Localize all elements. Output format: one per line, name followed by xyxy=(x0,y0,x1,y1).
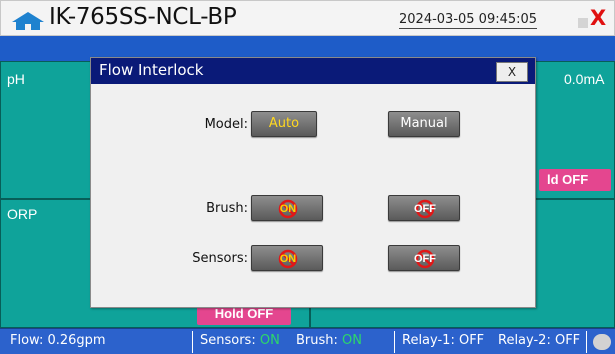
dialog-header: Flow Interlock X xyxy=(91,58,535,84)
brush-on-label: ON xyxy=(279,203,297,215)
sensors-status: Sensors: ON xyxy=(200,333,280,348)
brush-off-label: OFF xyxy=(414,203,436,215)
status-divider xyxy=(394,331,395,353)
brush-off-button[interactable]: OFF xyxy=(388,195,460,221)
dialog-close-button[interactable]: X xyxy=(496,62,528,82)
manual-button[interactable]: Manual xyxy=(388,111,460,137)
brush-label: Brush: xyxy=(206,201,248,216)
relay2-status: Relay-2: OFF xyxy=(498,333,581,348)
sensors-off-label: OFF xyxy=(414,253,436,265)
prohibited-icon: OFF xyxy=(414,249,436,269)
app-title: IK-765SS-NCL-BP xyxy=(49,4,237,30)
sensors-on-button[interactable]: ON xyxy=(251,245,323,271)
brush-on-button[interactable]: ON xyxy=(251,195,323,221)
prohibited-icon: OFF xyxy=(414,199,436,219)
sensors-off-button[interactable]: OFF xyxy=(388,245,460,271)
dialog-title: Flow Interlock xyxy=(99,61,204,79)
ph-label: pH xyxy=(7,71,25,87)
flow-status: Flow: 0.26gpm xyxy=(10,333,106,348)
brush-status: Brush: ON xyxy=(296,333,362,348)
sensors-status-label: Sensors: xyxy=(200,333,256,348)
sensors-on-label: ON xyxy=(279,253,297,265)
status-bar: Flow: 0.26gpm Sensors: ON Brush: ON Rela… xyxy=(0,328,615,354)
model-label: Model: xyxy=(204,117,248,132)
status-square-icon xyxy=(578,18,588,28)
status-divider xyxy=(586,331,587,353)
ph-hold-chip[interactable]: ld OFF xyxy=(539,169,611,191)
status-divider xyxy=(192,331,193,353)
home-icon[interactable] xyxy=(11,11,45,31)
auto-button[interactable]: Auto xyxy=(251,111,317,137)
sensors-label: Sensors: xyxy=(192,251,248,266)
prohibited-icon: ON xyxy=(277,249,299,269)
sensors-status-value: ON xyxy=(259,333,280,348)
relay1-status: Relay-1: OFF xyxy=(402,333,485,348)
ph-current-value: 0.0mA xyxy=(564,71,605,87)
orp-label: ORP xyxy=(7,206,38,222)
title-bar: IK-765SS-NCL-BP 2024-03-05 09:45:05 X xyxy=(0,0,615,36)
brush-status-value: ON xyxy=(342,333,363,348)
close-icon[interactable]: X xyxy=(590,7,606,29)
toggle-icon[interactable] xyxy=(593,334,611,350)
flow-interlock-dialog: Flow Interlock X Model: Auto Manual Brus… xyxy=(90,57,536,308)
datetime: 2024-03-05 09:45:05 xyxy=(399,12,538,29)
prohibited-icon: ON xyxy=(277,199,299,219)
brush-status-label: Brush: xyxy=(296,333,338,348)
